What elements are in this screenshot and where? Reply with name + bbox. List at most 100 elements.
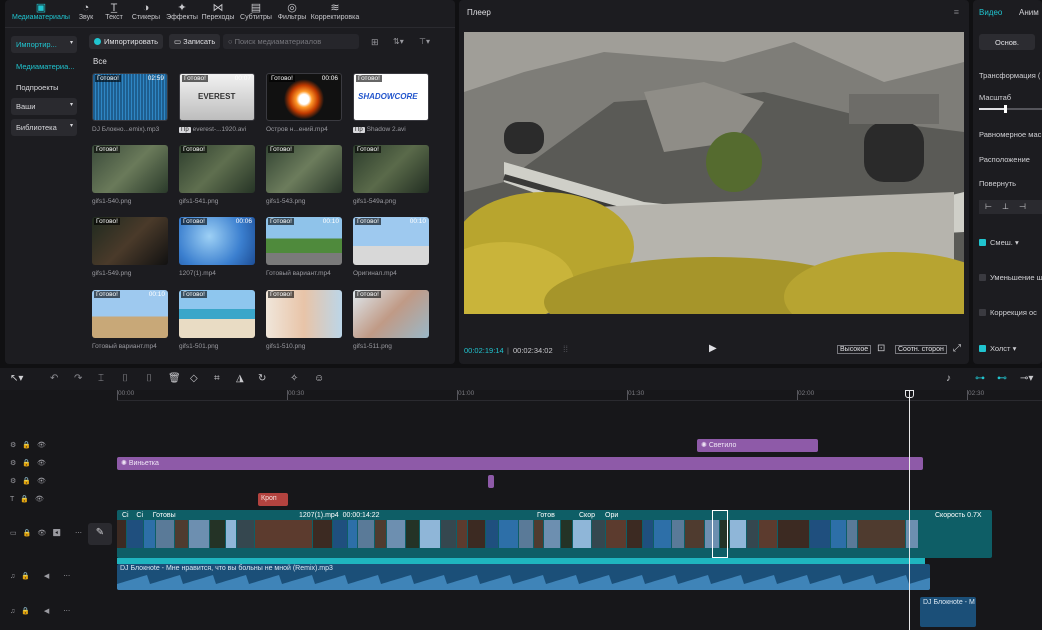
video-clip[interactable] [831,510,846,558]
track-controls-text[interactable]: T🔒👁 [10,495,50,503]
media-thumbnail[interactable]: EVEREST Готово! 00:07 [179,73,255,121]
playhead-handle[interactable] [905,390,914,398]
redo-icon[interactable]: ↷ [74,373,82,384]
media-thumbnail[interactable]: Готово! [266,145,342,193]
import-button[interactable]: Импортировать [89,34,164,49]
media-thumbnail[interactable]: Готово! 00:10 [266,217,342,265]
fullscreen-icon[interactable]: ⤢ [953,343,961,354]
video-clip[interactable] [858,510,905,558]
selected-clip[interactable] [712,510,728,558]
track-controls-audio[interactable]: ♫🔒 ◀ ⋯ [10,607,76,615]
media-thumbnail[interactable]: Готово! 00:10 [353,217,429,265]
video-clip[interactable] [730,510,746,558]
sidebar-item-library[interactable]: Библиотека ▾ [11,119,77,136]
fit-icon[interactable]: ⊡ [877,343,885,354]
video-clip[interactable] [189,510,209,558]
playhead[interactable] [909,390,910,630]
split-icon[interactable]: ⌶ [98,373,104,384]
video-clip[interactable] [441,510,456,558]
video-clip[interactable] [210,510,225,558]
grid-view-icon[interactable]: ⊞ [371,37,379,48]
video-clip[interactable] [406,510,419,558]
sidebar-item-subprojects[interactable]: Подпроекты [11,79,77,96]
media-thumbnail[interactable]: Готово! [353,290,429,338]
link-icon[interactable]: ⊸▾ [1020,373,1033,384]
video-clip[interactable] [654,510,671,558]
video-clip[interactable] [237,510,254,558]
video-clip[interactable] [759,510,777,558]
video-clip[interactable] [457,510,467,558]
media-thumbnail[interactable]: Готово! 00:06 [179,217,255,265]
video-clip[interactable] [672,510,684,558]
magic-icon[interactable]: ✧ [290,373,298,384]
tab-adjust[interactable]: ≋ Корректировка [307,2,363,21]
shield-icon[interactable]: ◇ [190,373,198,384]
effect-clip-small[interactable] [488,475,494,488]
link-main-icon[interactable]: ⊶ [975,373,985,384]
video-clip[interactable] [778,510,809,558]
video-clip[interactable] [420,510,440,558]
audio-clip-second[interactable]: DJ Блокнote - M [920,597,976,627]
correction-row[interactable]: Коррекция ос [979,308,1037,317]
video-clip[interactable] [486,510,498,558]
basic-button[interactable]: Основ. [979,34,1035,50]
scale-slider[interactable] [979,105,1042,113]
sort-icon[interactable]: ⇅▾ [393,37,404,46]
sidebar-item-media[interactable]: Медиаматериа... [11,58,77,75]
split-right-icon[interactable]: ⌷ [146,373,152,384]
tab-transitions[interactable]: ⋈ Переходы [197,2,239,21]
media-thumbnail[interactable]: Готово! 02:59 [92,73,168,121]
media-thumbnail[interactable]: Готово! [92,217,168,265]
record-button[interactable]: ▭ Записать [169,34,221,49]
video-clip[interactable] [847,510,857,558]
cover-edit-icon[interactable]: ✎ [88,523,112,545]
person-icon[interactable]: ☺ [314,373,324,384]
media-thumbnail[interactable]: Готово! 00:10 [92,290,168,338]
blend-row[interactable]: Смеш. ▾ [979,238,1019,247]
mirror-icon[interactable]: ◮ [236,373,244,384]
media-thumbnail[interactable]: Готово! [92,145,168,193]
video-clip[interactable] [175,510,188,558]
magnet-icon[interactable]: ⊷ [997,373,1007,384]
play-icon[interactable]: ▶ [709,343,717,354]
align-buttons[interactable]: ⊢⊥⊣ [979,200,1042,214]
video-clip[interactable] [561,510,572,558]
canvas-row[interactable]: Холст ▾ [979,344,1016,353]
effect-clip-svetilo[interactable]: ✺ Светило [697,439,818,452]
sidebar-item-yours[interactable]: Ваши ▾ [11,98,77,115]
video-track[interactable]: Ci Ci Готовы 1207(1).mp4 00:00:14:22 Гот… [117,510,992,558]
undo-icon[interactable]: ↶ [50,373,58,384]
video-clip[interactable] [747,510,758,558]
video-clip[interactable] [906,510,918,558]
video-clip[interactable] [499,510,518,558]
split-left-icon[interactable]: ⌷ [122,373,128,384]
media-thumbnail[interactable]: Готово! [266,290,342,338]
tab-animation[interactable]: Аним [1019,8,1039,17]
track-controls-effect[interactable]: ⚙🔒👁 [10,459,52,467]
video-clip[interactable] [643,510,653,558]
microphone-icon[interactable]: ♪ [946,373,951,384]
crop-icon[interactable]: ⌗ [214,373,220,384]
filter-icon[interactable]: ⊤▾ [419,37,430,46]
tab-video[interactable]: Видео [979,8,1002,17]
menu-icon[interactable]: ≡ [954,7,959,17]
video-clip[interactable] [226,510,236,558]
media-thumbnail[interactable]: Готово! [179,145,255,193]
text-clip-krop[interactable]: Кроп [258,493,288,506]
delete-icon[interactable]: 🗑 [168,373,181,384]
noise-reduce-row[interactable]: Уменьшение ш [979,273,1042,282]
media-thumbnail[interactable]: SHADOWCORE Готово! 00:04 [353,73,429,121]
track-controls-audio[interactable]: ♫🔒 ◀ ⋯ [10,572,76,580]
scale-slider-knob[interactable] [1004,105,1008,113]
audio-clip-main[interactable]: DJ Блокнote - Мне нравится, что вы больн… [117,564,930,590]
track-controls-effect[interactable]: ⚙🔒👁 [10,477,52,485]
import-dropdown[interactable]: Импортир... ▾ [11,36,77,53]
track-controls-video[interactable]: ▭🔒👁◀ ⋯ [10,529,88,537]
video-clip[interactable] [387,510,405,558]
aspect-ratio-button[interactable]: Соотн. сторон [895,345,947,354]
media-thumbnail[interactable]: Готово! 00:06 [266,73,342,121]
effect-clip-vignette[interactable]: ✺ Виньетка [117,457,923,470]
video-clip[interactable] [627,510,642,558]
media-thumbnail[interactable]: Готово! [179,290,255,338]
media-thumbnail[interactable]: Готово! [353,145,429,193]
